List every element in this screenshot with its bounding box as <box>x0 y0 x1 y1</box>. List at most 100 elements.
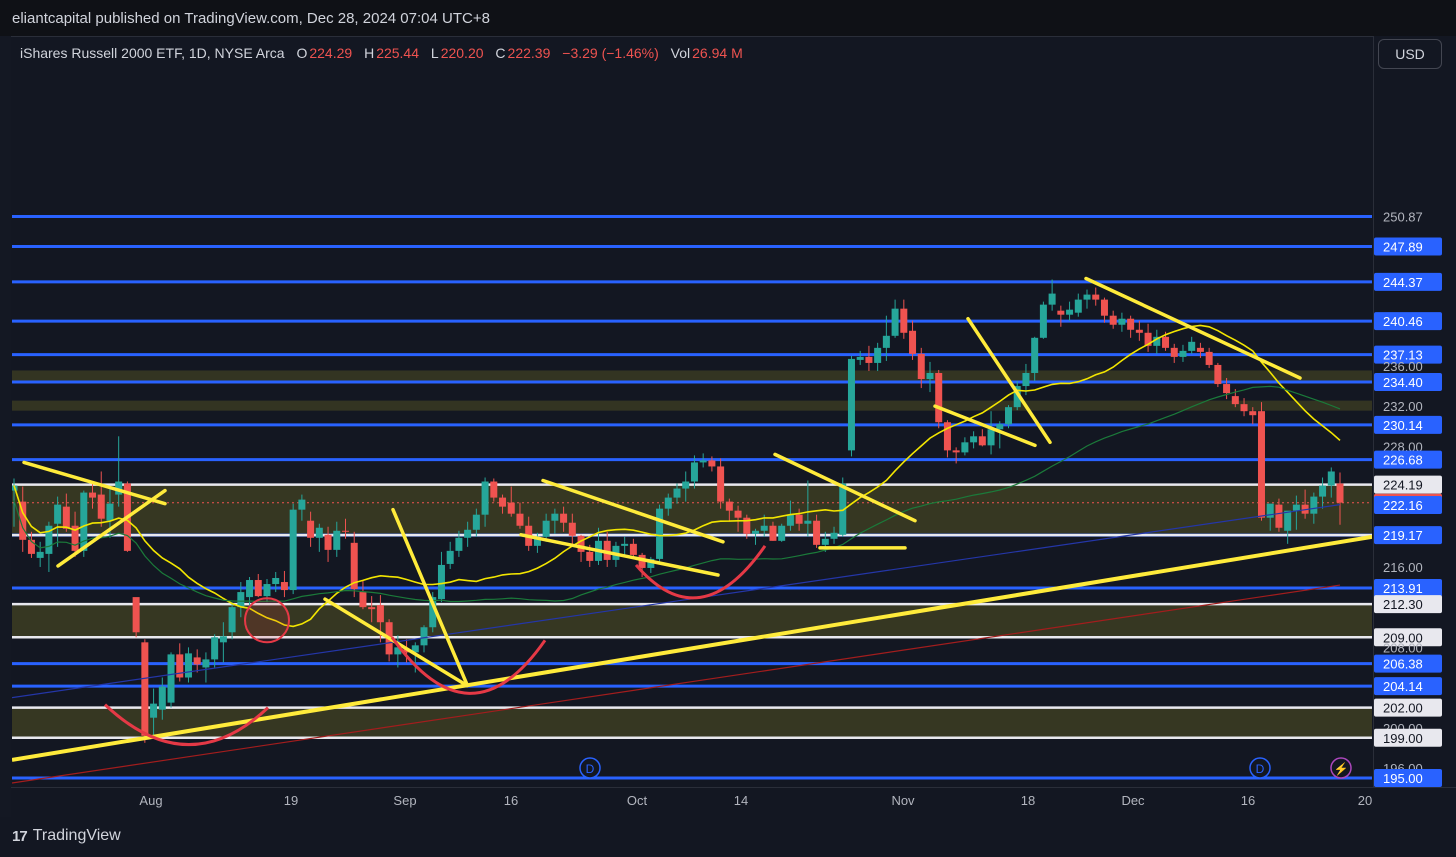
candle-body <box>1214 364 1222 385</box>
candle-body <box>1031 337 1039 373</box>
price-label: 226.68 <box>1383 453 1423 468</box>
candle-body <box>464 529 472 538</box>
zone <box>12 707 1372 738</box>
candle-body <box>1057 310 1065 315</box>
candle-body <box>193 657 201 665</box>
candle-body <box>158 686 166 710</box>
candle-body <box>682 481 690 489</box>
candle-body <box>760 525 768 531</box>
candle-body <box>62 506 70 529</box>
event-label: D <box>1256 762 1265 776</box>
tradingview-logo-icon: 17 <box>12 827 28 845</box>
candle-body <box>499 497 507 507</box>
candle-body <box>1249 411 1257 416</box>
zone <box>12 370 1372 383</box>
candle-body <box>1170 347 1178 357</box>
currency-button[interactable]: USD <box>1378 39 1442 69</box>
candle-body <box>1074 299 1082 313</box>
candle-body <box>891 308 899 336</box>
candle-body <box>1127 318 1135 330</box>
candle-body <box>1240 404 1248 412</box>
candle-body <box>847 358 855 451</box>
price-label: 244.37 <box>1383 275 1423 290</box>
candle-body <box>987 429 995 446</box>
candle-body <box>621 543 629 546</box>
candle-body <box>1066 309 1074 315</box>
zone <box>12 484 1372 536</box>
candle-body <box>481 481 489 515</box>
date-tick: Sep <box>393 793 416 808</box>
candle-body <box>184 653 192 678</box>
tradingview-logo[interactable]: 17 TradingView <box>12 827 121 845</box>
candle-body <box>804 520 812 524</box>
candle-body <box>752 530 760 534</box>
candle-body <box>298 499 306 510</box>
candle-body <box>664 497 672 509</box>
date-tick: 20 <box>1358 793 1372 808</box>
candle-body <box>725 501 733 511</box>
price-label: 240.46 <box>1383 314 1423 329</box>
candle-body <box>1292 504 1300 511</box>
candle-body <box>472 514 480 530</box>
candle-body <box>1005 407 1012 425</box>
price-tick: 208.00 <box>1383 640 1423 655</box>
candle-body <box>1196 347 1204 352</box>
candle-body <box>1319 485 1327 497</box>
candle-body <box>490 481 498 498</box>
candlestick-chart[interactable]: 250.87247.89244.37240.46237.13236.00234.… <box>0 0 1456 857</box>
candle-body <box>106 503 114 521</box>
price-label: 195.00 <box>1383 771 1423 786</box>
candle-body <box>272 578 280 585</box>
low-label: L <box>430 45 439 61</box>
candle-body <box>132 597 140 633</box>
close-label: C <box>495 45 506 61</box>
price-label: 206.38 <box>1383 657 1423 672</box>
candle-body <box>507 502 515 514</box>
candle-body <box>202 659 210 668</box>
candle-body <box>280 582 288 591</box>
candle-body <box>89 492 97 498</box>
date-tick: Dec <box>1121 793 1145 808</box>
price-label: 222.16 <box>1383 498 1423 513</box>
candle-body <box>228 607 236 633</box>
candle-body <box>1310 496 1318 514</box>
candle-body <box>900 308 908 333</box>
candle-body <box>141 642 149 736</box>
candle-body <box>542 520 550 537</box>
candle-body <box>254 580 262 597</box>
candle-body <box>917 353 925 380</box>
candle-body <box>560 513 568 523</box>
candle-body <box>795 514 803 524</box>
price-label: 212.30 <box>1383 597 1423 612</box>
date-tick: 16 <box>504 793 518 808</box>
candle-body <box>769 525 777 541</box>
price-label: 224.19 <box>1383 478 1423 493</box>
candle-body <box>1100 299 1108 316</box>
date-tick: 16 <box>1241 793 1255 808</box>
low-value: 220.20 <box>440 45 484 61</box>
candle-body <box>708 460 716 467</box>
zone <box>12 604 1372 638</box>
volume-value: 26.94 M <box>692 45 743 61</box>
candle-body <box>926 372 934 380</box>
candle-body <box>359 592 367 608</box>
candle-body <box>516 513 524 526</box>
candle-body <box>36 551 44 558</box>
candle-body <box>586 551 594 561</box>
price-label: 230.14 <box>1383 418 1423 433</box>
candle-body <box>909 330 917 354</box>
candle-body <box>446 550 454 564</box>
brand-name: TradingView <box>32 827 121 844</box>
candle-body <box>1188 341 1196 351</box>
open-label: O <box>296 45 308 61</box>
candle-body <box>952 450 960 453</box>
price-label: 234.40 <box>1383 375 1423 390</box>
candle-body <box>1083 294 1091 300</box>
candle-body <box>1275 504 1283 528</box>
zone <box>12 400 1372 411</box>
candle-body <box>1179 350 1187 357</box>
price-label: 247.89 <box>1383 239 1423 254</box>
candle-body <box>1257 411 1265 518</box>
date-tick: Nov <box>891 793 915 808</box>
candle-body <box>778 525 786 541</box>
